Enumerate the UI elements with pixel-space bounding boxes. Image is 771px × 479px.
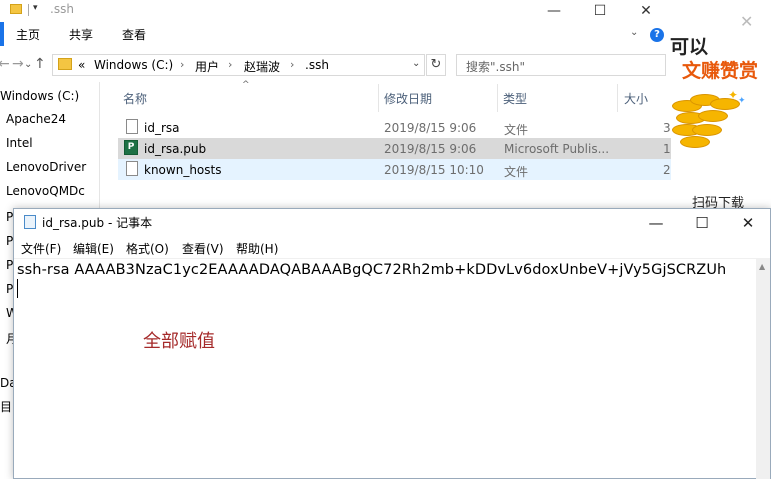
file-date: 2019/8/15 9:06 [384, 121, 477, 135]
file-size: 3 [663, 121, 671, 135]
text-editor[interactable] [14, 258, 756, 479]
menu-edit[interactable]: 编辑(E) [73, 240, 114, 257]
quick-access-dropdown-icon[interactable]: ▾ [33, 3, 38, 13]
ad-subheadline: 文赚赞赏 [682, 60, 759, 82]
notepad-maximize-button[interactable]: ☐ [679, 212, 725, 234]
breadcrumb-separator[interactable]: › [290, 58, 294, 71]
coin-icon [692, 124, 722, 136]
explorer-maximize-button[interactable]: ☐ [577, 0, 623, 22]
coin-icon [680, 136, 710, 148]
column-divider[interactable] [378, 84, 379, 112]
sidebar-item-lenovoqmdc[interactable]: LenovoQMDc [6, 184, 85, 198]
breadcrumb-separator[interactable]: › [228, 58, 232, 71]
file-name: known_hosts [144, 163, 222, 177]
sidebar-item-apache24[interactable]: Apache24 [6, 112, 66, 126]
tab-home[interactable]: 主页 [16, 26, 40, 43]
file-name: id_rsa.pub [144, 142, 207, 156]
notepad-icon [24, 215, 36, 229]
column-header-type[interactable]: 类型 [503, 90, 527, 107]
address-overflow[interactable]: « [78, 58, 85, 72]
file-type: 文件 [504, 165, 529, 179]
breadcrumb-user-folder[interactable]: 赵瑞波 [244, 58, 280, 75]
file-name: id_rsa [144, 121, 180, 135]
tab-view[interactable]: 查看 [122, 26, 146, 43]
publisher-file-icon: P [124, 140, 138, 155]
coin-icon [698, 110, 728, 122]
vertical-scrollbar[interactable] [756, 258, 770, 479]
breadcrumb-users[interactable]: 用户 [195, 58, 219, 75]
file-date: 2019/8/15 9:06 [384, 142, 477, 156]
scroll-up-icon[interactable]: ▲ [759, 262, 765, 271]
editor-content[interactable]: ssh-rsa AAAAB3NzaC1yc2EAAAADAQABAAABgQC7… [17, 262, 726, 278]
column-divider[interactable] [617, 84, 618, 112]
forward-arrow-icon[interactable]: → [12, 56, 24, 72]
back-arrow-icon[interactable]: ← [0, 56, 10, 72]
recent-dropdown-icon[interactable]: ⌄ [24, 59, 32, 70]
file-date: 2019/8/15 10:10 [384, 163, 484, 177]
file-icon [126, 161, 138, 176]
ribbon-tabs [0, 22, 671, 46]
ad-close-icon[interactable]: ✕ [740, 12, 753, 31]
quick-access-divider [28, 4, 29, 16]
address-dropdown-icon[interactable]: ⌄ [412, 58, 420, 69]
file-tab-accent[interactable] [0, 22, 4, 46]
search-placeholder: 搜索".ssh" [466, 60, 525, 74]
menu-view[interactable]: 查看(V) [182, 240, 224, 257]
explorer-minimize-button[interactable]: — [531, 0, 577, 22]
menu-file[interactable]: 文件(F) [21, 240, 61, 257]
notepad-minimize-button[interactable]: — [633, 212, 679, 234]
sidebar-item-intel[interactable]: Intel [6, 136, 33, 150]
explorer-close-button[interactable]: ✕ [623, 0, 669, 22]
sparkle-icon: ✦ [738, 96, 746, 106]
column-header-date[interactable]: 修改日期 [384, 90, 432, 107]
address-folder-icon [58, 58, 72, 70]
sidebar-item-partial[interactable]: 目 [0, 398, 12, 415]
column-header-size[interactable]: 大小 [624, 90, 648, 107]
sidebar-item-windows-c[interactable]: Windows (C:) [0, 89, 79, 103]
file-type: Microsoft Publis... [504, 142, 610, 156]
notepad-title: id_rsa.pub - 记事本 [42, 216, 153, 230]
file-size: 1 [663, 142, 671, 156]
up-arrow-icon[interactable]: ↑ [34, 56, 46, 72]
ad-headline: 可以 [670, 36, 709, 58]
column-header-name[interactable]: 名称 [123, 90, 147, 107]
breadcrumb-ssh[interactable]: .ssh [305, 58, 329, 72]
breadcrumb-separator[interactable]: › [180, 58, 184, 71]
sidebar-item-lenovodriver[interactable]: LenovoDriver [6, 160, 86, 174]
column-divider[interactable] [497, 84, 498, 112]
help-icon[interactable]: ? [650, 28, 664, 42]
file-size: 2 [663, 163, 671, 177]
notepad-close-button[interactable]: ✕ [725, 212, 771, 234]
menu-help[interactable]: 帮助(H) [236, 240, 278, 257]
file-icon [126, 119, 138, 134]
sparkle-icon: ✦ [728, 88, 739, 102]
explorer-title: .ssh [50, 2, 74, 16]
annotation-text: 全部赋值 [143, 331, 215, 352]
refresh-icon[interactable]: ↻ [426, 54, 446, 76]
ribbon-expand-icon[interactable]: ⌄ [630, 27, 638, 38]
text-caret [17, 279, 18, 298]
folder-icon [10, 4, 22, 14]
file-type: 文件 [504, 123, 529, 137]
breadcrumb-windows-c[interactable]: Windows (C:) [94, 58, 173, 72]
tab-share[interactable]: 共享 [69, 26, 93, 43]
menu-format[interactable]: 格式(O) [126, 240, 169, 257]
sort-arrow-icon: ^ [242, 80, 250, 90]
